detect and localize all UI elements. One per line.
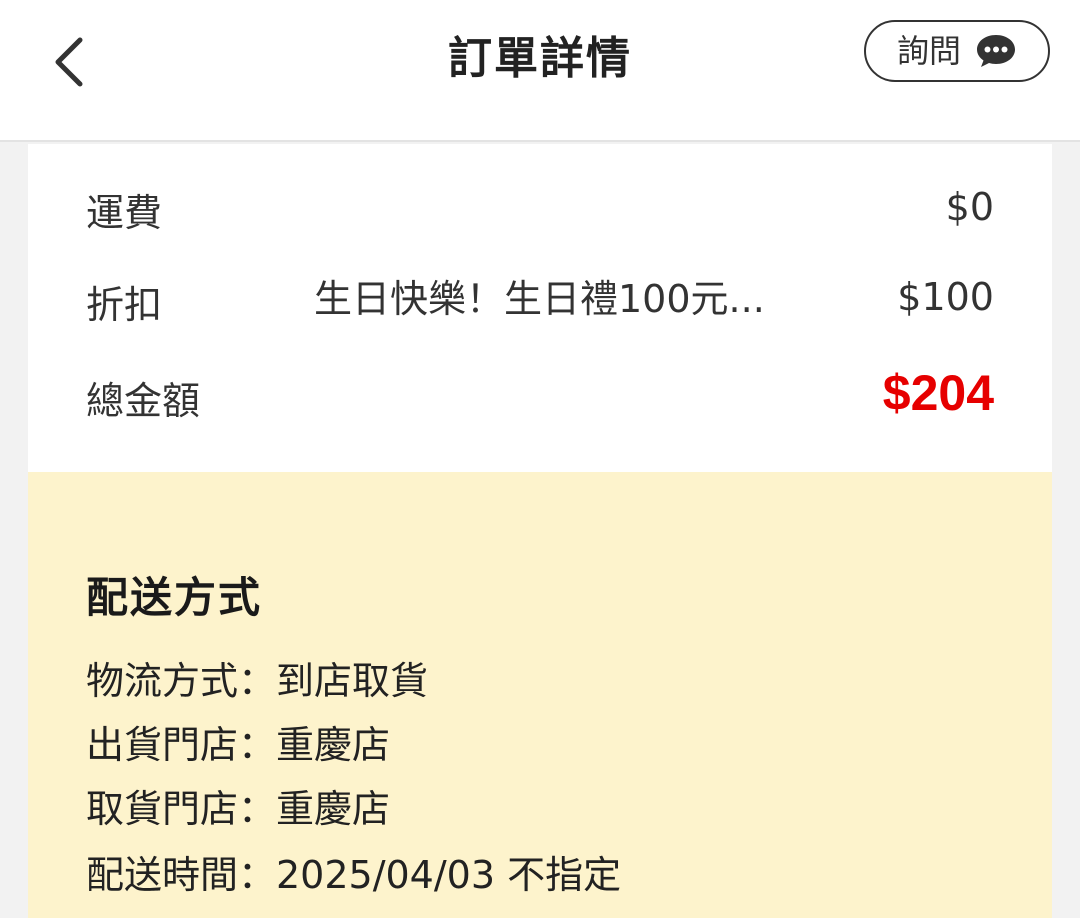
order-summary-card: 運費 $0 折扣 生日快樂！生日禮100元... $100 總金額 $204 — [28, 144, 1052, 472]
ask-button-label: 詢問 — [896, 32, 961, 70]
shipping-fee-label: 運費 — [86, 191, 163, 235]
delivery-method-section: 配送方式 物流方式：到店取貨 出貨門店：重慶店 取貨門店：重慶店 配送時間：20… — [28, 472, 1052, 918]
discount-value: $100 — [897, 275, 994, 319]
discount-description: 生日快樂！生日禮100元... — [314, 277, 765, 321]
delivery-time-line: 配送時間：2025/04/03 不指定 — [86, 853, 622, 897]
total-amount-label: 總金額 — [86, 379, 201, 423]
pickup-store-line: 取貨門店：重慶店 — [86, 787, 391, 831]
total-amount-value: $204 — [882, 365, 994, 421]
chat-bubble-icon — [975, 32, 1017, 70]
top-app-bar: 訂單詳情 詢問 — [0, 0, 1080, 142]
shipping-fee-value: $0 — [945, 185, 994, 229]
ask-button[interactable]: 詢問 — [864, 20, 1050, 82]
logistics-method-line: 物流方式：到店取貨 — [86, 659, 429, 703]
discount-label: 折扣 — [86, 283, 163, 327]
delivery-section-title: 配送方式 — [86, 573, 263, 622]
shipping-store-line: 出貨門店：重慶店 — [86, 723, 391, 767]
